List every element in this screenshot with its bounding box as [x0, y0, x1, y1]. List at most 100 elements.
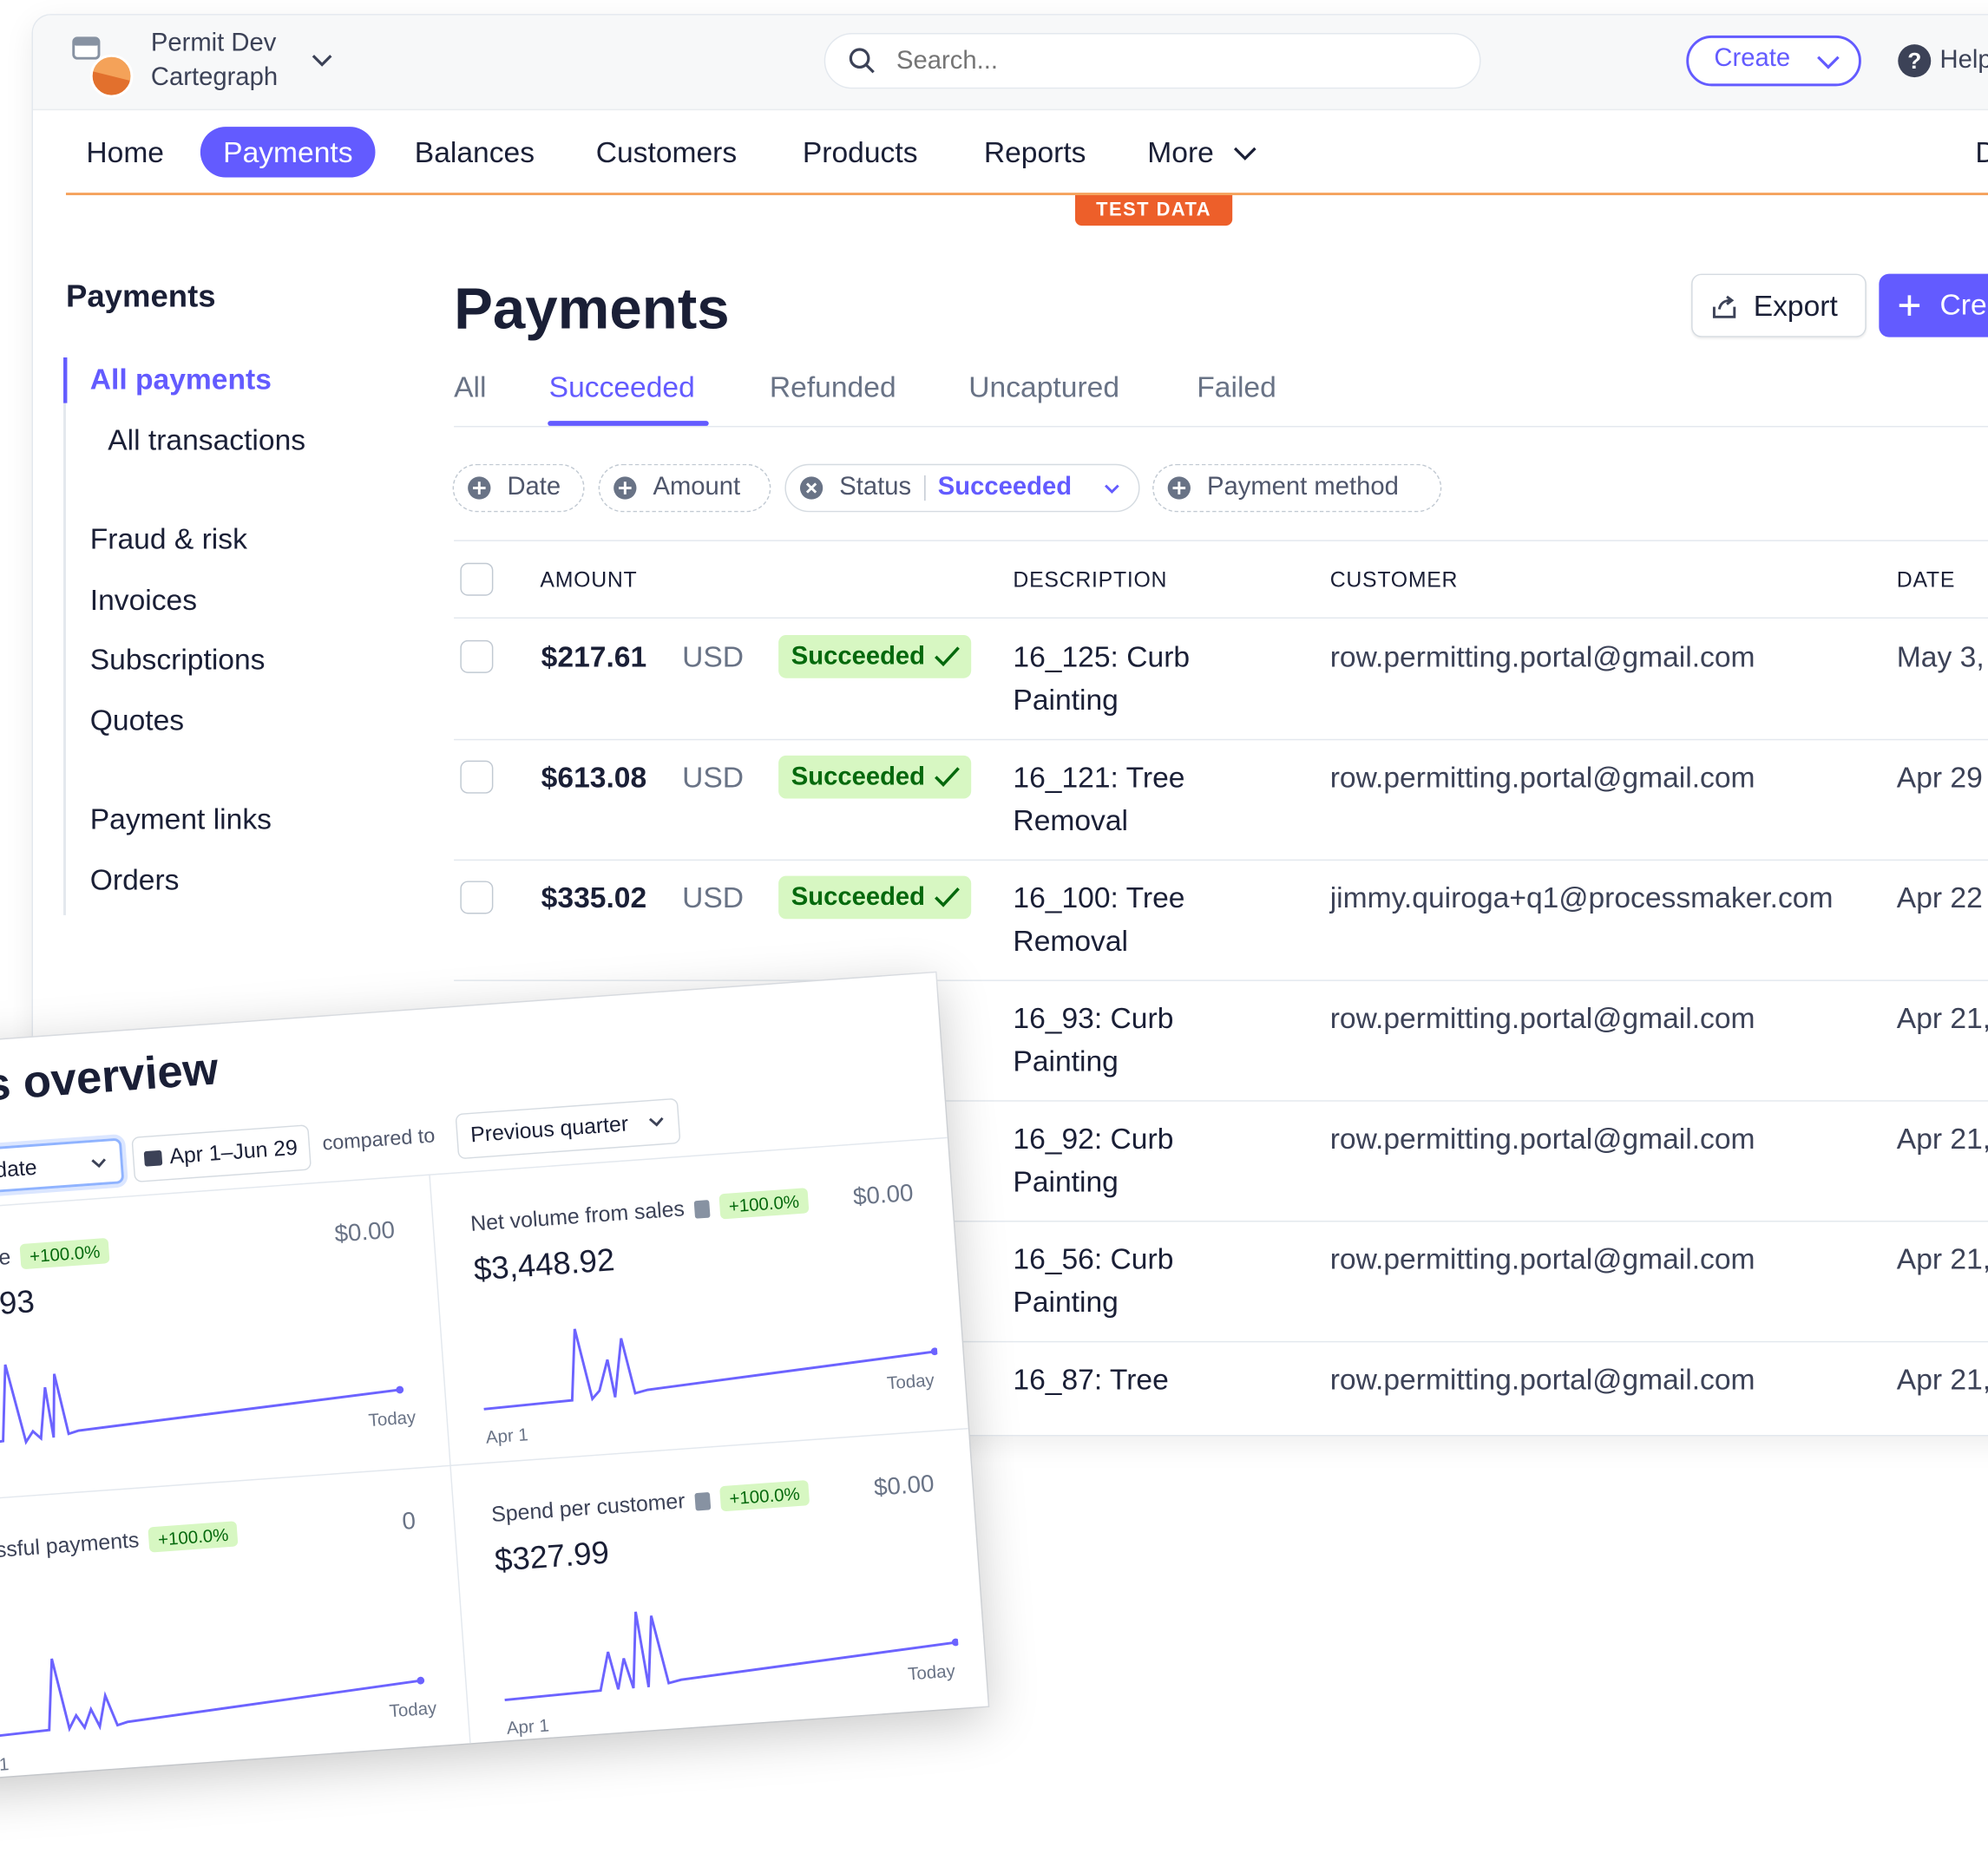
row-description: 16_87: Tree [1013, 1358, 1291, 1401]
screenshot-root: Permit Dev Cartegraph Create [0, 0, 1988, 1859]
tab-succeeded[interactable]: Succeeded [549, 370, 695, 404]
compared-to-label: compared to [321, 1125, 436, 1156]
row-customer[interactable]: row.permitting.portal@gmail.com [1330, 761, 1755, 795]
reports-overview-card: rts overview to date Apr 1–Jun 29 compar… [0, 973, 988, 1781]
status-badge: Succeeded [778, 755, 971, 799]
metric-label-text: cessful payments [0, 1528, 141, 1564]
filter-status-value: Succeeded [937, 472, 1073, 501]
account-subtitle[interactable]: Cartegraph [151, 63, 278, 93]
metric-label: cessful payments +100.0% [0, 1521, 239, 1565]
info-icon[interactable] [693, 1199, 711, 1219]
metric-label-text: Spend per customer [490, 1489, 686, 1527]
nav-reports[interactable]: Reports [984, 127, 1086, 177]
search-input[interactable] [894, 42, 1457, 81]
nav-more[interactable]: More [1147, 127, 1257, 177]
account-name[interactable]: Permit Dev [151, 29, 277, 59]
row-description: 16_125: Curb Painting [1013, 635, 1291, 721]
sidebar-item-orders[interactable]: Orders [90, 863, 180, 897]
filter-status[interactable]: Status Succeeded [784, 463, 1140, 513]
metric-change-badge: +100.0% [19, 1237, 110, 1270]
nav-home[interactable]: Home [86, 127, 164, 177]
nav-products[interactable]: Products [803, 127, 918, 177]
sidebar-item-subscriptions[interactable]: Subscriptions [90, 643, 266, 677]
row-date: Apr 21, [1896, 1122, 1988, 1156]
nav-more-label: More [1147, 135, 1214, 169]
account-logo-icon[interactable] [69, 33, 135, 99]
filter-payment-method[interactable]: Payment method [1152, 463, 1442, 513]
chevron-down-icon [1233, 147, 1256, 160]
row-description-line2: Painting [1013, 683, 1119, 717]
info-icon[interactable] [694, 1491, 712, 1510]
row-checkbox[interactable] [460, 760, 494, 794]
date-range-picker[interactable]: Apr 1–Jun 29 [131, 1124, 312, 1183]
nav-trailing[interactable]: D [1975, 127, 1988, 177]
row-divider [454, 617, 1988, 619]
export-button[interactable]: Export [1691, 273, 1867, 337]
metric-card-spend-per-customer[interactable]: Spend per customer +100.0% $0.00 $327.99 … [463, 1441, 975, 1742]
chevron-down-icon[interactable] [310, 49, 335, 74]
filter-amount[interactable]: Amount [598, 463, 771, 513]
tabs-divider [454, 425, 1988, 428]
row-checkbox[interactable] [460, 639, 494, 673]
row-divider [454, 979, 1988, 981]
plus-circle-icon [468, 476, 491, 500]
row-date: Apr 21, [1896, 1001, 1988, 1035]
row-checkbox[interactable] [460, 881, 494, 914]
metric-card-gross-volume[interactable]: olume +100.0% $0.00 07.93 Today [0, 1188, 436, 1489]
nav-balances[interactable]: Balances [415, 127, 535, 177]
metric-card-successful-payments[interactable]: cessful payments+100.0% 0 r 1 Today [0, 1478, 457, 1779]
row-description-line1: 16_87: Tree [1013, 1362, 1169, 1396]
row-amount: $335.02 [541, 881, 647, 914]
filter-date-label: Date [507, 472, 561, 501]
row-customer[interactable]: jimmy.quiroga+q1@processmaker.com [1330, 881, 1834, 914]
range-select-label: to date [0, 1155, 38, 1184]
help-link[interactable]: ? Help [1897, 43, 1988, 79]
row-customer[interactable]: row.permitting.portal@gmail.com [1330, 1122, 1755, 1156]
sidebar-item-all-transactions[interactable]: All transactions [108, 423, 305, 457]
tab-refunded[interactable]: Refunded [770, 370, 896, 404]
metric-label: Net volume from sales +100.0% [469, 1188, 810, 1237]
sidebar-item-all-payments[interactable]: All payments [90, 363, 272, 396]
row-customer[interactable]: row.permitting.portal@gmail.com [1330, 1242, 1755, 1276]
sidebar-item-payment-links[interactable]: Payment links [90, 802, 272, 836]
create-button[interactable]: Create [1686, 35, 1861, 87]
filter-date[interactable]: Date [452, 463, 585, 513]
metric-change-badge: +100.0% [719, 1479, 810, 1512]
sidebar-item-fraud-risk[interactable]: Fraud & risk [90, 522, 247, 556]
row-description-line1: 16_56: Curb [1013, 1241, 1174, 1275]
main-nav: Home Payments Balances Customers Product… [33, 109, 1988, 193]
search-bar[interactable] [823, 32, 1481, 89]
compare-select[interactable]: Previous quarter [455, 1097, 681, 1160]
metric-card-net-volume[interactable]: Net volume from sales +100.0% $0.00 $3,44… [443, 1150, 955, 1451]
metric-label-text: Net volume from sales [469, 1196, 686, 1236]
checkmark-icon [934, 887, 960, 907]
create-payment-button[interactable]: Cre [1879, 273, 1988, 337]
date-range-label: Apr 1–Jun 29 [168, 1135, 299, 1169]
sidebar-item-invoices[interactable]: Invoices [90, 583, 197, 617]
nav-customers[interactable]: Customers [596, 127, 737, 177]
compare-select-label: Previous quarter [469, 1111, 630, 1148]
column-header-amount[interactable]: AMOUNT [540, 568, 637, 593]
select-all-checkbox[interactable] [460, 562, 494, 596]
reports-title: rts overview [0, 1042, 220, 1113]
tab-failed[interactable]: Failed [1197, 370, 1276, 404]
row-customer[interactable]: row.permitting.portal@gmail.com [1330, 1001, 1755, 1035]
status-badge: Succeeded [778, 875, 971, 920]
column-header-description[interactable]: DESCRIPTION [1013, 568, 1167, 593]
row-description-line1: 16_125: Curb [1013, 639, 1191, 673]
metric-end-label: Today [886, 1369, 935, 1393]
row-currency: USD [682, 881, 745, 914]
status-badge-label: Succeeded [791, 763, 926, 791]
row-customer[interactable]: row.permitting.portal@gmail.com [1330, 640, 1755, 674]
tab-uncaptured[interactable]: Uncaptured [968, 370, 1119, 404]
row-currency: USD [682, 760, 745, 794]
row-customer[interactable]: row.permitting.portal@gmail.com [1330, 1363, 1755, 1397]
nav-payments[interactable]: Payments [200, 127, 376, 178]
tab-all[interactable]: All [454, 370, 486, 404]
row-description-line1: 16_92: Curb [1013, 1122, 1174, 1156]
sidebar-item-quotes[interactable]: Quotes [90, 704, 184, 737]
filter-payment-method-label: Payment method [1206, 472, 1399, 501]
column-header-date[interactable]: DATE [1897, 568, 1955, 593]
range-select[interactable]: to date [0, 1137, 125, 1195]
column-header-customer[interactable]: CUSTOMER [1330, 568, 1459, 593]
